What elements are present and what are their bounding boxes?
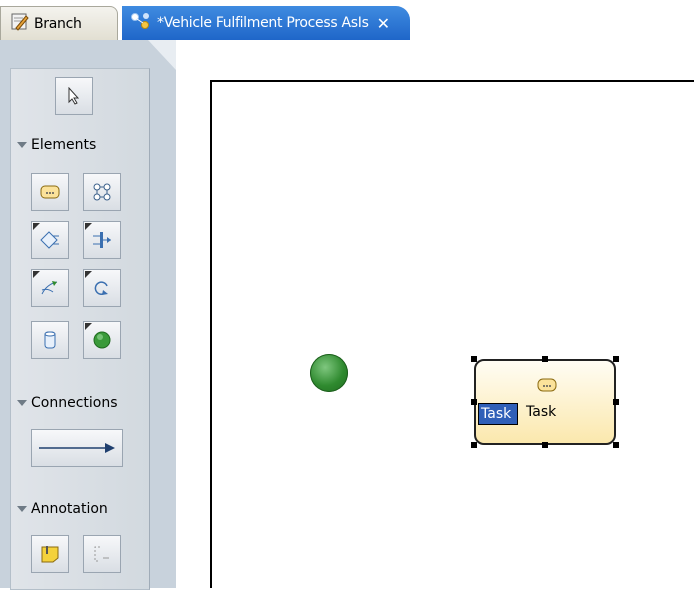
palette-fold-corner bbox=[148, 40, 176, 70]
start-event-tool-icon bbox=[92, 330, 112, 350]
connection-tool-button[interactable] bbox=[31, 429, 123, 467]
decision-tool-icon bbox=[39, 230, 61, 250]
task-name-edit-field[interactable]: Task bbox=[478, 403, 518, 425]
tab-process-label: *Vehicle Fulfilment Process AsIs bbox=[157, 15, 369, 31]
selection-handle[interactable] bbox=[471, 399, 477, 405]
decision-tool-button[interactable] bbox=[31, 221, 69, 259]
section-annotation-label: Annotation bbox=[31, 501, 108, 517]
text-annotation-tool-icon bbox=[92, 544, 112, 564]
section-elements[interactable]: Elements bbox=[17, 137, 96, 153]
fork-join-tool-icon bbox=[91, 230, 113, 250]
selection-handle[interactable] bbox=[542, 356, 548, 362]
flow-tool-button[interactable] bbox=[31, 269, 69, 307]
select-tool-icon bbox=[66, 87, 82, 105]
loop-tool-button[interactable] bbox=[83, 269, 121, 307]
select-tool-button[interactable] bbox=[55, 77, 93, 115]
connection-tool-icon bbox=[37, 441, 117, 455]
tab-vehicle-fulfilment-process[interactable]: *Vehicle Fulfilment Process AsIs ✕ bbox=[122, 6, 410, 40]
start-event-node[interactable] bbox=[310, 354, 348, 392]
selection-handle[interactable] bbox=[613, 442, 619, 448]
diagram-canvas[interactable] bbox=[210, 80, 694, 588]
task-label: Task bbox=[526, 404, 557, 420]
close-icon[interactable]: ✕ bbox=[377, 14, 390, 33]
process-icon bbox=[130, 12, 152, 34]
tab-branch[interactable]: Branch bbox=[0, 6, 118, 40]
selection-handle[interactable] bbox=[471, 356, 477, 362]
subprocess-tool-icon bbox=[92, 182, 112, 202]
loop-tool-icon bbox=[91, 278, 113, 298]
selection-handle[interactable] bbox=[613, 356, 619, 362]
task-type-icon bbox=[536, 376, 558, 398]
collapse-triangle-icon bbox=[17, 506, 27, 512]
datastore-tool-button[interactable] bbox=[31, 321, 69, 359]
start-event-tool-button[interactable] bbox=[83, 321, 121, 359]
note-tool-button[interactable] bbox=[31, 535, 69, 573]
selection-handle[interactable] bbox=[613, 399, 619, 405]
tab-branch-label: Branch bbox=[34, 15, 82, 32]
task-tool-button[interactable] bbox=[31, 173, 69, 211]
text-annotation-tool-button[interactable] bbox=[83, 535, 121, 573]
editor-tab-bar: Branch *Vehicle Fulfilment Process AsIs … bbox=[0, 0, 694, 40]
note-tool-icon bbox=[40, 544, 60, 564]
collapse-triangle-icon bbox=[17, 400, 27, 406]
datastore-tool-icon bbox=[43, 329, 57, 351]
section-connections[interactable]: Connections bbox=[17, 395, 118, 411]
selection-handle[interactable] bbox=[471, 442, 477, 448]
section-elements-label: Elements bbox=[31, 137, 97, 153]
task-tool-icon bbox=[39, 184, 61, 200]
selection-handle[interactable] bbox=[542, 442, 548, 448]
section-annotation[interactable]: Annotation bbox=[17, 501, 108, 517]
fork-join-tool-button[interactable] bbox=[83, 221, 121, 259]
pencil-icon bbox=[11, 13, 29, 35]
flow-tool-icon bbox=[39, 278, 61, 298]
task-node[interactable] bbox=[474, 359, 616, 445]
section-connections-label: Connections bbox=[31, 395, 118, 411]
palette: Elements Connections Annotation bbox=[10, 68, 150, 590]
collapse-triangle-icon bbox=[17, 142, 27, 148]
subprocess-tool-button[interactable] bbox=[83, 173, 121, 211]
